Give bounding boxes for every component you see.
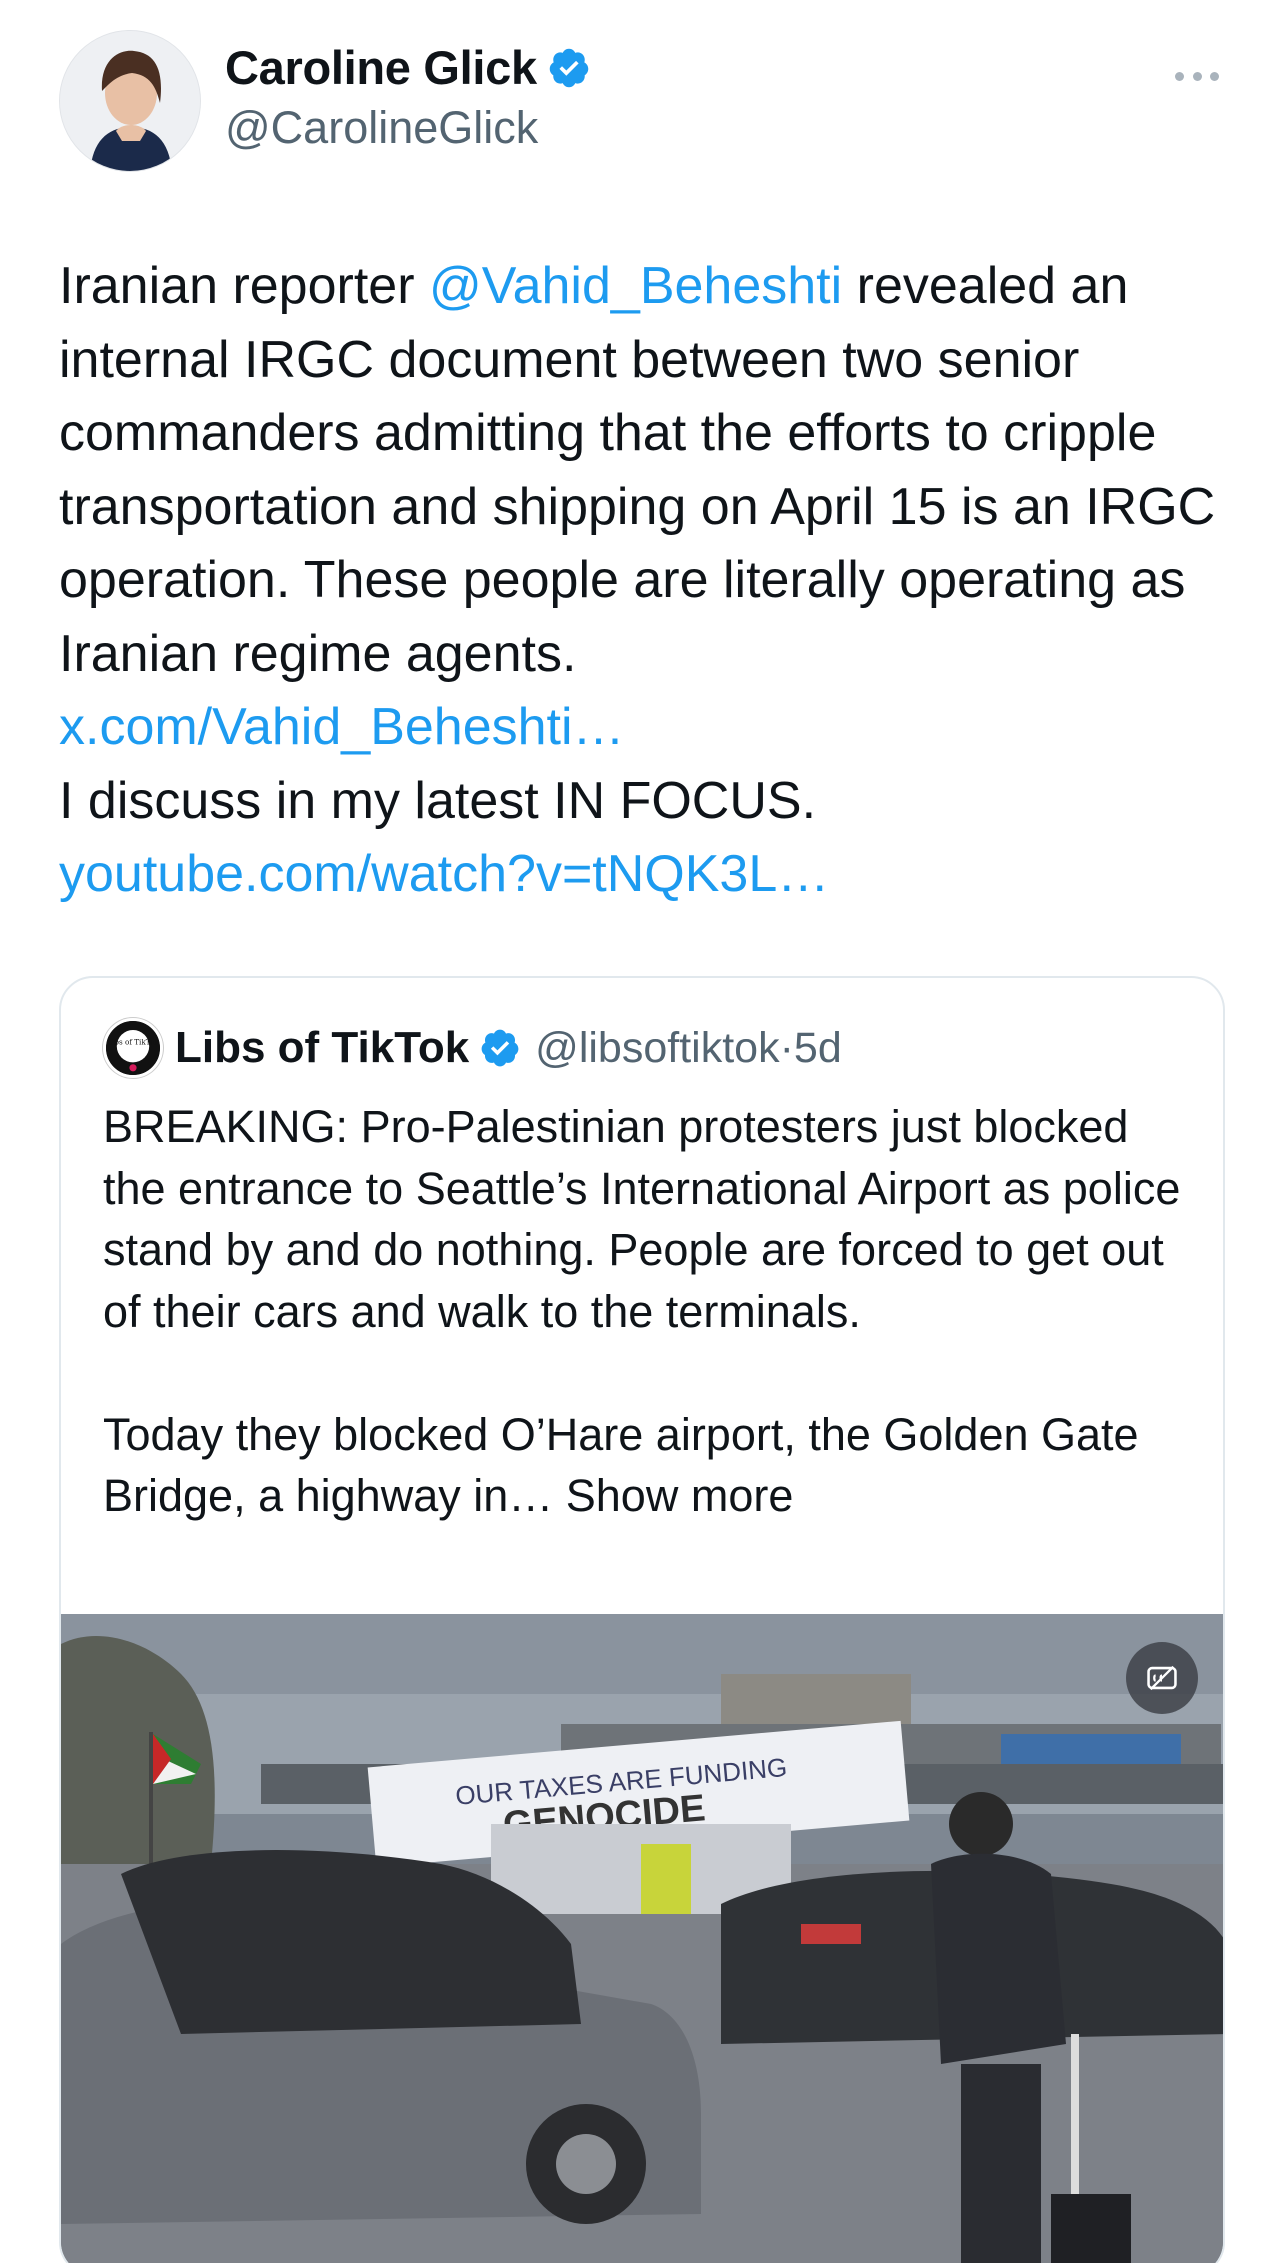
avatar-text: Libs of TikTok <box>107 1037 159 1046</box>
quoted-author-name[interactable]: Libs of TikTok <box>175 1023 469 1073</box>
video-frame: OUR TAXES ARE FUNDING GENOCIDE <box>61 1614 1223 2263</box>
verified-badge-icon[interactable] <box>479 1027 521 1069</box>
tweet-text-part: Iranian reporter <box>59 257 429 315</box>
author-handle[interactable]: @CarolineGlick <box>225 102 538 154</box>
tweet-text-line: I discuss in my latest IN FOCUS. <box>59 771 817 830</box>
quoted-tweet-card[interactable]: Libs of TikTok Libs of TikTok @libsoftik… <box>59 976 1225 2263</box>
author-avatar[interactable] <box>59 30 201 172</box>
quoted-author-handle[interactable]: @libsoftiktok·5d <box>535 1024 842 1073</box>
captions-icon <box>1147 1665 1177 1691</box>
quoted-tweet-age: 5d <box>793 1023 842 1072</box>
show-more-link[interactable]: Show more <box>566 1470 794 1521</box>
author-avatar-image <box>60 31 200 171</box>
separator-dot: · <box>779 1023 794 1072</box>
tweet-link-youtube[interactable]: youtube.com/watch?v=tNQK3L… <box>59 838 1239 912</box>
tweet-paragraph: Iranian reporter @Vahid_Beheshti reveale… <box>59 250 1239 691</box>
quoted-paragraph-2: Today they blocked O’Hare airport, the G… <box>103 1404 1193 1527</box>
tweet-text-part: revealed an internal IRGC document betwe… <box>59 257 1216 683</box>
tweet-text: Iranian reporter @Vahid_Beheshti reveale… <box>59 250 1239 912</box>
dot <box>1192 71 1202 81</box>
more-options-icon[interactable] <box>1175 66 1219 86</box>
mention-link[interactable]: @Vahid_Beheshti <box>429 257 842 315</box>
tweet-header: Caroline Glick @CarolineGlick <box>59 30 1229 180</box>
author-name-row: Caroline Glick <box>225 40 591 95</box>
quoted-tweet-text: BREAKING: Pro-Palestinian protesters jus… <box>103 1096 1193 1527</box>
quoted-author-avatar[interactable]: Libs of TikTok <box>103 1018 163 1078</box>
captions-button[interactable] <box>1126 1642 1198 1714</box>
quoted-tweet-video[interactable]: OUR TAXES ARE FUNDING GENOCIDE <box>61 1614 1223 2263</box>
tweet-link-x[interactable]: x.com/Vahid_Beheshti… <box>59 691 1239 765</box>
dot <box>1175 71 1184 81</box>
quoted-tweet-header: Libs of TikTok Libs of TikTok @libsoftik… <box>103 1018 842 1078</box>
quoted-paragraph-1: BREAKING: Pro-Palestinian protesters jus… <box>103 1101 1181 1337</box>
dot <box>1210 71 1219 81</box>
author-name[interactable]: Caroline Glick <box>225 40 537 95</box>
quoted-handle-text: @libsoftiktok <box>535 1023 780 1072</box>
verified-badge-icon[interactable] <box>547 46 591 90</box>
